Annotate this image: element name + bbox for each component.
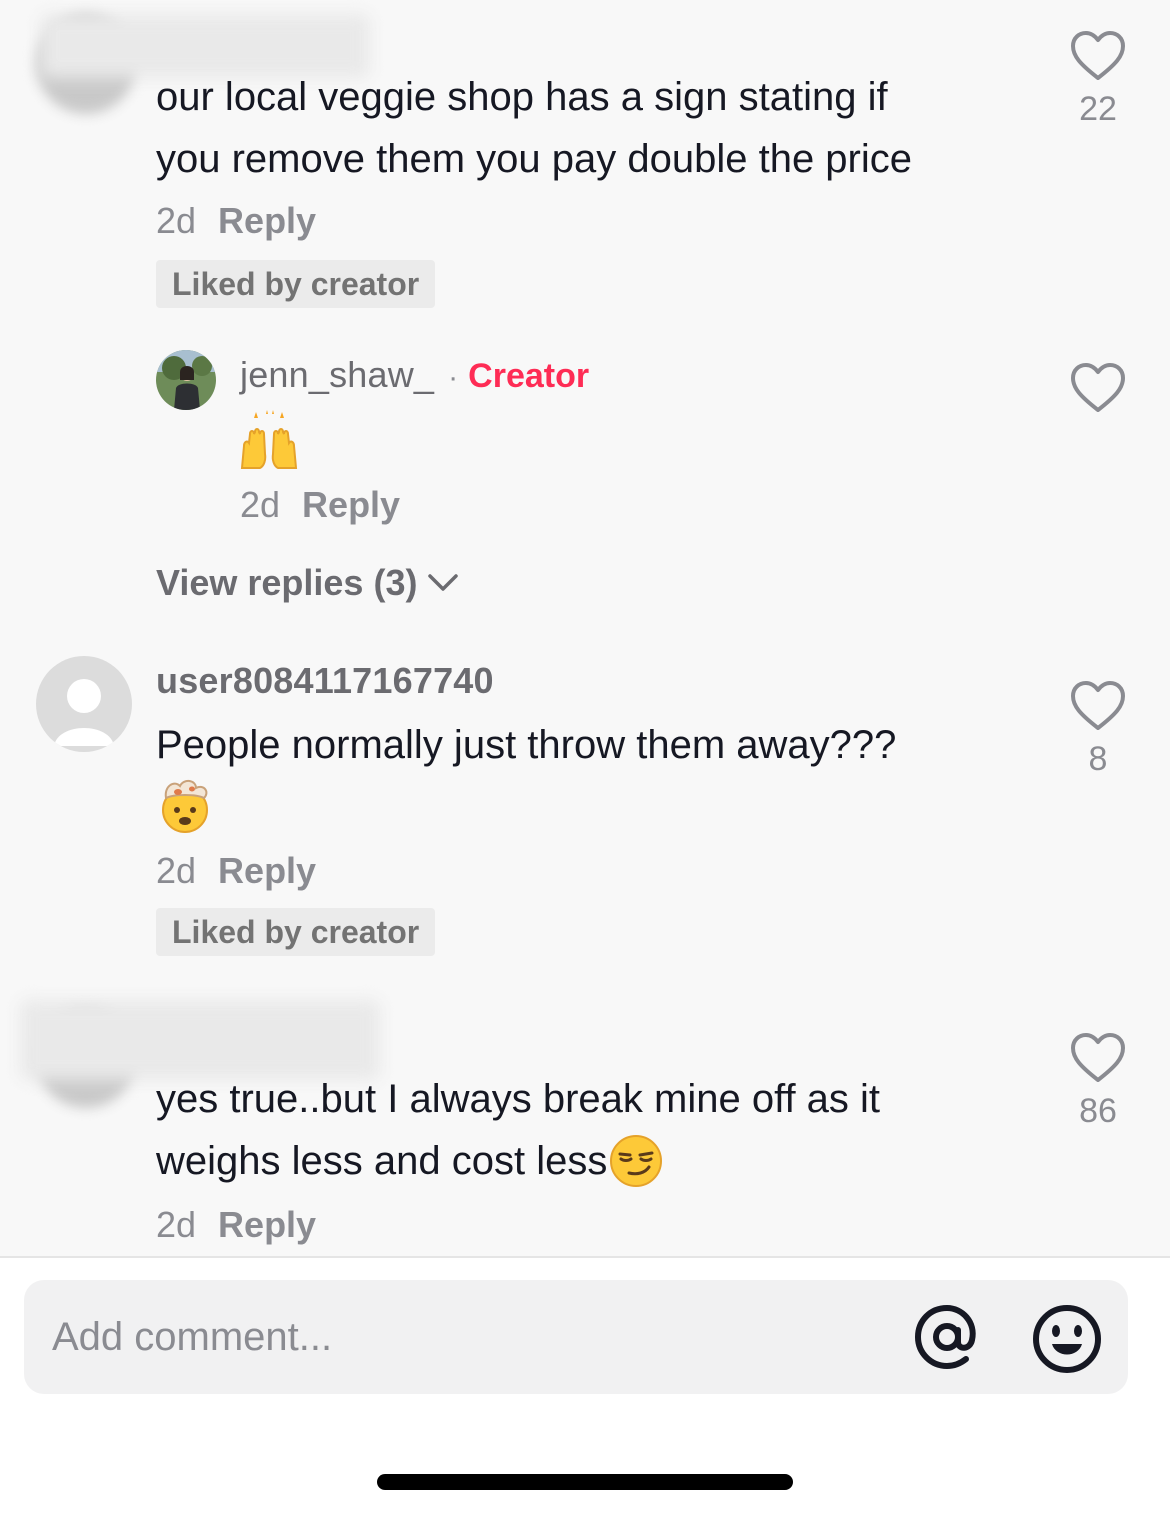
like-count: 8 [1088,740,1108,778]
like-button[interactable]: 8 [1058,680,1138,779]
comment-composer [24,1280,1128,1394]
liked-by-creator-badge: Liked by creator [156,908,436,956]
liked-by-creator-badge: Liked by creator [156,260,436,308]
view-replies-button[interactable]: View replies (3) [156,562,459,604]
comment-meta: 2d Reply [156,1204,316,1246]
comment-text-line: you remove them you pay double the price [156,137,912,181]
reply-button[interactable]: Reply [218,1204,316,1245]
like-count: 86 [1079,1092,1117,1130]
avatar[interactable] [156,350,216,410]
comment-meta: 2d Reply [156,200,316,242]
divider [0,1256,1170,1258]
timestamp: 2d [156,200,197,241]
heart-icon [1071,681,1125,730]
avatar-photo-icon [156,350,216,410]
separator-dot: · [448,361,459,394]
add-comment-input[interactable] [52,1280,892,1394]
comment-text-line: yes true..but I always break mine off as… [156,1077,881,1121]
comment-text: yes true..but I always break mine off as… [156,1068,1036,1192]
comment-meta: 2d Reply [240,484,400,526]
comment-text-line: weighs less and cost less [156,1139,608,1183]
comment-text: our local veggie shop has a sign stating… [156,66,1036,190]
reply-button[interactable]: Reply [302,484,400,525]
comment-text: People normally just throw them away??? [156,723,897,767]
avatar[interactable] [36,656,132,752]
at-icon [914,1304,976,1370]
comments-feed[interactable]: our local veggie shop has a sign stating… [0,0,1170,1256]
heart-icon [1071,1033,1125,1082]
username[interactable]: jenn_shaw_ [240,354,434,396]
smirking-face-icon [610,1135,663,1187]
timestamp: 2d [156,850,197,891]
comment-text-line-wrap: weighs less and cost less [156,1130,1036,1192]
chevron-down-icon [428,574,459,591]
username[interactable]: user8084117167740 [156,660,494,702]
mention-button[interactable] [912,1302,982,1372]
like-button[interactable]: 86 [1058,1032,1138,1131]
timestamp: 2d [156,1204,197,1245]
default-avatar-icon [54,679,114,746]
creator-header: jenn_shaw_ · Creator [240,354,589,396]
raising-hands-icon [240,410,298,469]
reply-button[interactable]: Reply [218,200,316,241]
exploding-head-icon [162,780,208,833]
heart-icon [1071,363,1125,412]
like-button[interactable]: 22 [1058,30,1138,129]
emoji-face-icon [1033,1305,1101,1373]
like-count: 22 [1079,90,1117,128]
like-button[interactable] [1058,362,1138,414]
home-indicator[interactable] [377,1474,793,1490]
comment-meta: 2d Reply [156,850,316,892]
comment-text-line: our local veggie shop has a sign stating… [156,75,888,119]
emoji-button[interactable] [1030,1302,1104,1376]
reply-button[interactable]: Reply [218,850,316,891]
heart-icon [1071,31,1125,80]
timestamp: 2d [240,484,281,525]
view-replies-label: View replies (3) [156,562,418,603]
creator-tag: Creator [468,357,590,395]
